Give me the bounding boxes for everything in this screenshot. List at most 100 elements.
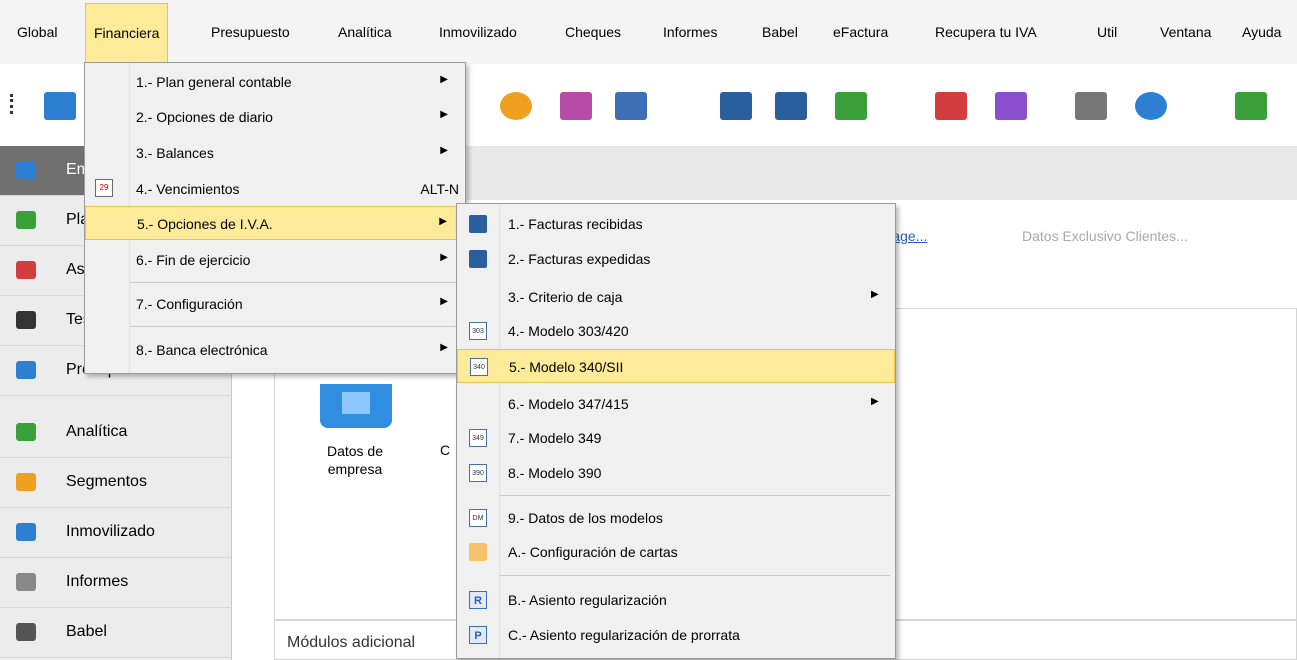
book-red-icon	[469, 215, 487, 233]
iva-submenu: 1.- Facturas recibidas 2.- Facturas expe…	[456, 203, 896, 659]
menu-item-label: C.- Asiento regularización de prorrata	[508, 627, 740, 643]
toolbar-company-icon[interactable]	[44, 92, 76, 120]
menu-item-balances[interactable]: 3.- Balances ▶	[85, 136, 465, 170]
menu-item-modelo-347[interactable]: 6.- Modelo 347/415 ▶	[457, 387, 895, 421]
toolbar-book-green-icon[interactable]	[775, 92, 807, 120]
submenu-arrow-icon: ▶	[440, 252, 448, 263]
menu-presupuesto[interactable]: Presupuesto	[211, 20, 290, 44]
menu-item-opciones-diario[interactable]: 2.- Opciones de diario ▶	[85, 100, 465, 134]
menu-item-opciones-iva[interactable]: 5.- Opciones de I.V.A. ▶	[85, 206, 465, 240]
truncated-label: C	[440, 442, 451, 458]
menu-recupera-iva[interactable]: Recupera tu IVA	[935, 20, 1037, 44]
toolbar-check-icon[interactable]	[500, 92, 532, 120]
plan-icon	[16, 211, 36, 229]
menu-item-label: 8.- Modelo 390	[508, 465, 602, 481]
menu-item-label: 7.- Modelo 349	[508, 430, 602, 446]
model-390-icon: 390	[469, 464, 487, 482]
menu-item-configuracion[interactable]: 7.- Configuración ▶	[85, 287, 465, 321]
menu-cheques[interactable]: Cheques	[565, 20, 621, 44]
sidebar-item-segmentos[interactable]: Segmentos	[0, 458, 232, 508]
sidebar-item-inmovilizado[interactable]: Inmovilizado	[0, 508, 232, 558]
toolbar-search-add-icon[interactable]	[1135, 92, 1167, 120]
book-green-icon	[469, 250, 487, 268]
menu-efactura[interactable]: eFactura	[833, 20, 888, 44]
company-icon	[16, 161, 36, 179]
menu-item-datos-modelos[interactable]: DM 9.- Datos de los modelos	[457, 501, 895, 535]
submenu-arrow-icon: ▶	[871, 396, 879, 407]
menu-util[interactable]: Util	[1097, 20, 1117, 44]
menu-item-modelo-340[interactable]: 340 5.- Modelo 340/SII	[457, 349, 895, 383]
toolbar-frame-icon[interactable]	[1075, 92, 1107, 120]
analytics-icon	[16, 423, 36, 441]
sidebar-item-analitica[interactable]: Analítica	[0, 408, 232, 458]
toolbar-book-red-icon[interactable]	[720, 92, 752, 120]
submenu-arrow-icon: ▶	[440, 296, 448, 307]
menu-item-facturas-recibidas[interactable]: 1.- Facturas recibidas	[457, 207, 895, 241]
model-303-icon: 303	[469, 322, 487, 340]
menu-item-banca-electronica[interactable]: 8.- Banca electrónica ▶	[85, 333, 465, 367]
menu-item-criterio-caja[interactable]: 3.- Criterio de caja ▶	[457, 280, 895, 314]
financiera-menu: 1.- Plan general contable ▶ 2.- Opciones…	[84, 62, 466, 374]
menu-item-label: 3.- Criterio de caja	[508, 289, 623, 305]
menu-item-label: 2.- Opciones de diario	[136, 109, 273, 125]
menu-item-modelo-390[interactable]: 390 8.- Modelo 390	[457, 456, 895, 490]
toolbar-calendar-icon[interactable]	[1235, 92, 1267, 120]
toolbar-grip[interactable]	[10, 94, 13, 114]
entries-icon	[16, 261, 36, 279]
sidebar-item-label: Analítica	[66, 423, 128, 440]
menu-item-label: B.- Asiento regularización	[508, 592, 667, 608]
menu-item-label: 4.- Vencimientos	[136, 181, 240, 197]
sidebar-item-label: Babel	[66, 623, 107, 640]
menu-item-label: 2.- Facturas expedidas	[508, 251, 651, 267]
toolbar-cash-in-icon[interactable]	[560, 92, 592, 120]
menu-item-facturas-expedidas[interactable]: 2.- Facturas expedidas	[457, 242, 895, 276]
toolbar-debit-icon[interactable]	[615, 92, 647, 120]
babel-icon	[16, 623, 36, 641]
menu-item-asiento-prorrata[interactable]: P C.- Asiento regularización de prorrata	[457, 618, 895, 652]
menu-item-label: A.- Configuración de cartas	[508, 544, 678, 560]
reports-icon	[16, 573, 36, 591]
menu-informes[interactable]: Informes	[663, 20, 717, 44]
submenu-arrow-icon: ▶	[871, 289, 879, 300]
company-data-label[interactable]: Datos de empresa	[307, 442, 403, 478]
segments-icon	[16, 473, 36, 491]
submenu-arrow-icon: ▶	[440, 342, 448, 353]
treasury-icon	[16, 311, 36, 329]
menu-global[interactable]: Global	[17, 20, 57, 44]
toolbar-chart-icon[interactable]	[835, 92, 867, 120]
menu-item-label: 6.- Modelo 347/415	[508, 396, 629, 412]
toolbar-cubes-icon[interactable]	[935, 92, 967, 120]
toolbar-segments-icon[interactable]	[995, 92, 1027, 120]
sidebar-item-babel[interactable]: Babel	[0, 608, 232, 658]
menu-item-label: 7.- Configuración	[136, 296, 243, 312]
menu-item-fin-ejercicio[interactable]: 6.- Fin de ejercicio ▶	[85, 243, 465, 277]
menu-item-label: 9.- Datos de los modelos	[508, 510, 663, 526]
model-data-icon: DM	[469, 509, 487, 527]
menu-inmovilizado[interactable]: Inmovilizado	[439, 20, 517, 44]
menu-item-modelo-349[interactable]: 349 7.- Modelo 349	[457, 421, 895, 455]
prorrata-icon: P	[469, 626, 487, 644]
menu-ventana[interactable]: Ventana	[1160, 20, 1211, 44]
menu-item-vencimientos[interactable]: 29 4.- Vencimientos ALT-N	[85, 172, 465, 206]
menu-item-modelo-303[interactable]: 303 4.- Modelo 303/420	[457, 314, 895, 348]
menu-item-configuracion-cartas[interactable]: A.- Configuración de cartas	[457, 535, 895, 569]
shortcut-label: ALT-N	[420, 181, 459, 197]
sidebar-item-label: Segmentos	[66, 473, 147, 490]
menu-separator	[500, 495, 890, 496]
menu-item-plan-general[interactable]: 1.- Plan general contable ▶	[85, 65, 465, 99]
regularization-icon: R	[469, 591, 487, 609]
submenu-arrow-icon: ▶	[440, 109, 448, 120]
building-icon[interactable]	[320, 384, 392, 428]
menu-financiera[interactable]: Financiera	[85, 3, 169, 64]
menu-item-label: 5.- Modelo 340/SII	[509, 359, 624, 375]
menu-item-asiento-regularizacion[interactable]: R B.- Asiento regularización	[457, 583, 895, 617]
sidebar-item-informes[interactable]: Informes	[0, 558, 232, 608]
menu-item-label: 6.- Fin de ejercicio	[136, 252, 251, 268]
menu-ayuda[interactable]: Ayuda	[1242, 20, 1281, 44]
menu-analitica[interactable]: Analítica	[338, 20, 392, 44]
submenu-arrow-icon: ▶	[440, 145, 448, 156]
menu-babel[interactable]: Babel	[762, 20, 798, 44]
menu-separator	[130, 282, 460, 283]
sidebar-item-label: Inmovilizado	[66, 523, 155, 540]
submenu-arrow-icon: ▶	[440, 74, 448, 85]
